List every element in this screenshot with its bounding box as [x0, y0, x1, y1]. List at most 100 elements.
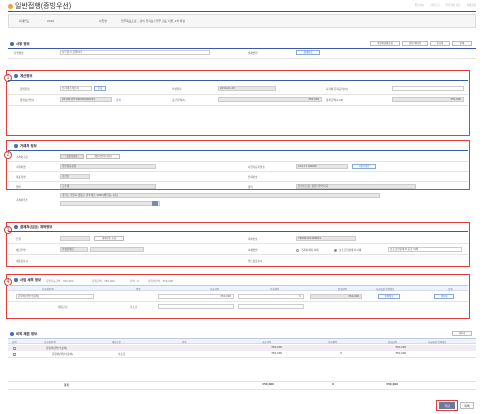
section-divider — [8, 80, 468, 81]
fund-title-text: 비목 재원 정보 — [16, 332, 38, 336]
recv-memo-input[interactable] — [296, 258, 376, 263]
row-item-cell: 운영비(일반수용비) — [52, 353, 74, 356]
save-button[interactable]: 저장 — [439, 402, 455, 409]
col-header: 지급대상 인력정보 — [428, 341, 447, 344]
col-header: 지급대상 인력정보 — [376, 288, 395, 291]
exec-name-label: 집행명칭 — [14, 52, 24, 55]
top-nav-item[interactable]: 업무지시 — [415, 4, 425, 7]
col-header: 공급가액 — [262, 341, 271, 344]
supply-value-input[interactable]: 350,000 — [158, 294, 234, 299]
basic-title-text: 사용 정보 — [16, 42, 30, 46]
approval-method-label: 결재방법 — [248, 52, 258, 55]
delete-row-button[interactable]: 행삭제 — [434, 294, 454, 299]
transfer-method-label: 이체방법 — [248, 249, 258, 252]
step3-marker: 3 — [4, 226, 12, 234]
evidence-type-select[interactable]: 전자세금계산서 — [60, 86, 92, 91]
fund-supply-input[interactable] — [158, 304, 234, 309]
row-divider — [8, 94, 468, 95]
budget-item-select[interactable]: 운영비(일반수용비) — [16, 294, 94, 299]
bank-input — [60, 236, 90, 241]
rep-name-label: 대표자명 — [16, 176, 26, 179]
account-no-label: 계좌번호 — [248, 238, 258, 241]
total-amount-input: 350,000 — [392, 97, 464, 102]
col-header: 보조세목/목 — [44, 341, 56, 344]
total-label: 합계 — [64, 384, 69, 387]
holder-label: 예금주명 — [16, 249, 26, 252]
holder-input: 작성된예금 — [60, 247, 88, 252]
list-button[interactable]: 목록 — [460, 402, 474, 409]
supply-amount-label: 공급가액(A) — [172, 99, 186, 102]
budget-summary: 집행금액 : 350,000 — [92, 280, 115, 283]
row-select-checkbox[interactable] — [13, 346, 16, 350]
biz-reg-label: 사업자등록번호 — [248, 166, 265, 169]
col-header: 부가세액 — [328, 341, 337, 344]
source-link[interactable]: 출처 — [116, 98, 121, 102]
approval-method-button[interactable]: 결재참조 — [296, 50, 320, 55]
exec-name-input[interactable]: 사무용기 집행처리 — [60, 50, 210, 55]
corp-vendor-button[interactable]: 법인사업자 — [60, 154, 84, 159]
section-bullet-icon — [14, 225, 18, 229]
total-divider — [8, 381, 476, 382]
budget-summary: 사업비잔액 : 350,000 — [148, 280, 174, 283]
col-header: 선택 — [12, 341, 17, 344]
row-divider — [8, 171, 468, 172]
col-header: 공급가액 — [210, 288, 219, 291]
vendor-addr-label: 거래처주소 — [16, 199, 28, 202]
add-row-button[interactable]: 행추가 — [452, 331, 472, 336]
method-radio-subsidy[interactable] — [334, 249, 337, 252]
total-supply: 350,000 — [262, 383, 274, 386]
section-bullet-icon — [14, 278, 18, 282]
row-select-checkbox[interactable] — [13, 352, 16, 356]
approval-no-label: 증빙승인번호 — [20, 99, 35, 102]
col-header: 항목 — [182, 341, 187, 344]
method-radio-vendor[interactable] — [296, 249, 299, 252]
supply-amount-input: 350,000 — [218, 97, 322, 102]
info-bar: 회계연도 2016 사업명 업무목표조정 _ 관리 유지보수업무 검토 지원_1… — [8, 14, 476, 28]
budget-table-header: 보조세목/목 항목 공급가액 부가세액 집행금액 지급대상 인력정보 삭제 — [8, 285, 468, 291]
search-icon[interactable] — [152, 201, 158, 206]
evidence-section-title: 계산정보 — [14, 73, 32, 78]
row-divider — [8, 243, 468, 244]
prev-page-button[interactable]: 이전 페이지 — [402, 41, 428, 46]
evidence-lookup-button[interactable]: 조회 — [94, 86, 106, 91]
top-nav: 업무지시 기안도구 업무회의 검토 결재설정 — [410, 3, 476, 7]
row-divider — [8, 105, 468, 106]
section-divider — [8, 231, 468, 232]
page-title: 일반접행(증빙우선) — [8, 1, 71, 11]
biz-type-label: 업태 — [16, 186, 21, 189]
top-nav-item[interactable]: 업무회의 검토 — [445, 4, 460, 7]
local-gov-input[interactable] — [392, 86, 464, 91]
vendor-type-label: 거래처구분 — [16, 156, 28, 159]
indiv-vendor-button[interactable]: 개인사업자(국내) — [86, 154, 120, 159]
method-option-select[interactable]: 보조금전용계좌 출금 이체 — [388, 247, 462, 252]
total-vat: 0 — [332, 383, 334, 386]
print-button[interactable]: 인쇄 — [452, 41, 472, 46]
title-marker-icon — [8, 3, 13, 9]
row-divider — [8, 301, 468, 302]
biz-item-label: 종목 — [248, 186, 253, 189]
row-divider — [8, 161, 468, 162]
row-vat-cell: 0 — [340, 352, 342, 355]
fund-type-value: 보조금 — [130, 306, 138, 309]
memo-input[interactable] — [60, 258, 140, 263]
section-divider — [8, 150, 468, 151]
reset-button[interactable]: 초기화 — [430, 41, 450, 46]
project-label: 사업명 — [99, 19, 107, 23]
phone-input[interactable] — [296, 174, 356, 179]
budget-status-button[interactable]: 사업비현황조회 — [370, 41, 400, 46]
rep-name-input: 김진호 — [60, 174, 90, 179]
project-value: 업무목표조정 _ 관리 유지보수업무 검토 지원_1차 확정 — [121, 19, 185, 23]
section-divider — [8, 48, 476, 49]
account-lookup-button[interactable]: 계좌번호 조회 — [94, 236, 124, 241]
top-nav-item[interactable]: 결재설정 — [466, 4, 476, 7]
vat-value-input[interactable]: 0 — [238, 294, 304, 299]
col-header: 집행금액 — [388, 341, 397, 344]
issue-date-input[interactable]: 2016-01-07 — [218, 86, 276, 91]
row-amount-cell: 350,000 — [395, 352, 406, 355]
col-header: 재원구분 — [112, 341, 121, 344]
exec-value-input: 350,000 — [310, 294, 362, 299]
fund-vat-input[interactable] — [238, 304, 304, 309]
person-info-button[interactable]: 인력정보 — [378, 294, 400, 299]
biz-check-button[interactable]: 사업자확인 — [352, 164, 376, 169]
top-nav-item[interactable]: 기안도구 — [430, 4, 440, 7]
